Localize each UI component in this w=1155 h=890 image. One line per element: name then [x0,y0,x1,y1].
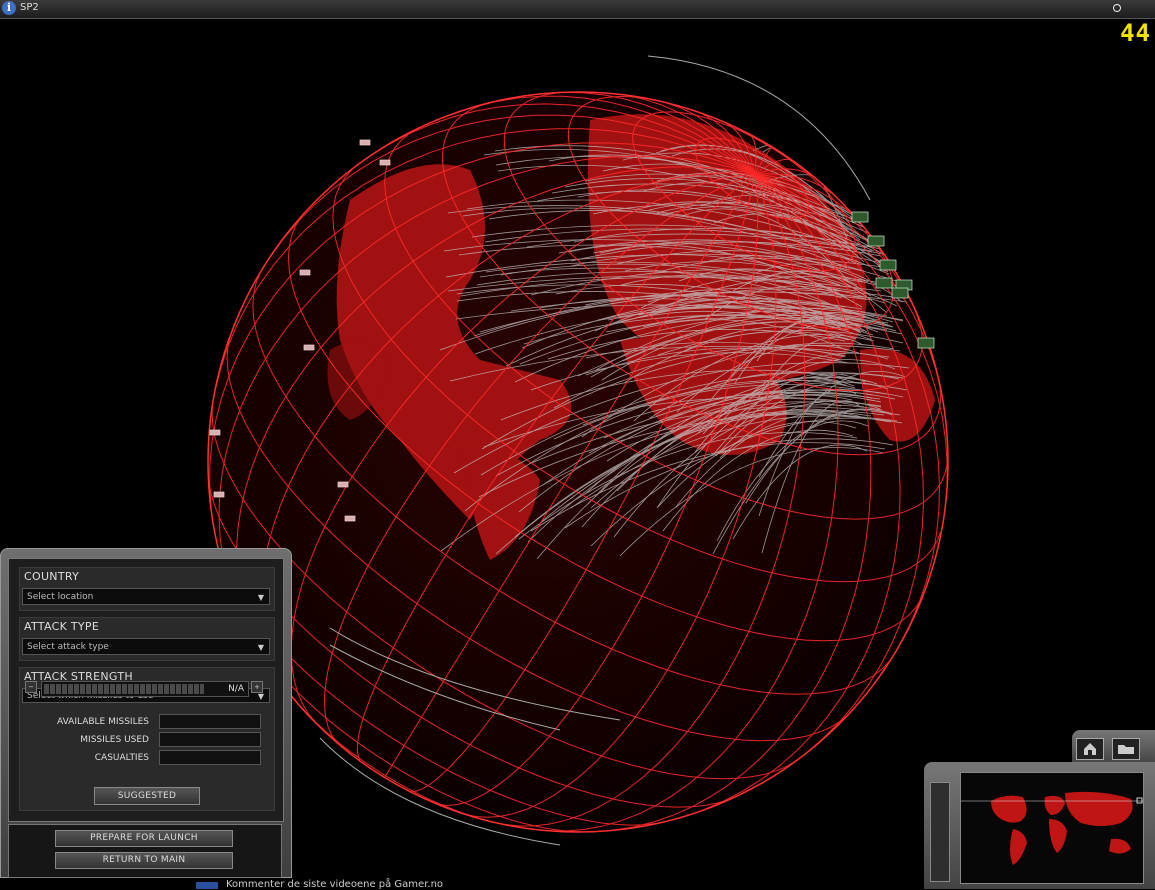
circle-icon[interactable] [1113,4,1121,12]
unit-marker[interactable] [379,159,391,166]
home-icon [1084,743,1096,755]
launch-actions: PREPARE FOR LAUNCH RETURN TO MAIN [8,824,282,878]
available-missiles-value [159,714,261,729]
bottom-overlay-text: Kommenter de siste videoene på Gamer.no [226,879,444,890]
attack-panel: COUNTRY Select location ▼ ATTACK TYPE Se… [0,548,292,878]
chevron-down-icon: ▼ [257,643,264,652]
unit-marker[interactable] [867,235,885,247]
unit-marker[interactable] [344,515,356,522]
return-main-button[interactable]: RETURN TO MAIN [55,852,233,869]
prepare-launch-button[interactable]: PREPARE FOR LAUNCH [55,830,233,847]
missiles-used-label: MISSILES USED [80,735,149,745]
unit-marker[interactable] [337,481,349,488]
suggested-button[interactable]: SUGGESTED [94,787,200,805]
strength-meter-value: N/A [228,684,244,694]
title-bar: i SP2 [0,0,1155,19]
strength-meter[interactable]: N/A [41,681,249,697]
minimap-scroll[interactable] [930,782,950,882]
country-select-value: Select location [27,592,94,602]
home-button[interactable] [1076,738,1104,760]
unit-marker[interactable] [917,337,935,349]
unit-marker[interactable] [891,287,909,299]
unit-marker[interactable] [851,211,869,223]
unit-marker[interactable] [303,344,315,351]
country-select[interactable]: Select location ▼ [22,588,270,605]
world-map [961,791,1143,865]
unit-marker[interactable] [209,429,221,436]
window-title: SP2 [20,2,39,13]
minimap-frame [924,762,1155,889]
unit-marker[interactable] [299,269,311,276]
country-section: COUNTRY Select location ▼ [19,567,275,611]
world-minimap[interactable] [960,772,1144,884]
chevron-down-icon: ▼ [257,593,264,602]
strength-meter-cells [44,684,204,694]
casualties-value [159,750,261,765]
unit-marker[interactable] [213,491,225,498]
bottom-bar-icon [196,882,218,889]
missiles-used-value [159,732,261,747]
attack-type-section: ATTACK TYPE Select attack type ▼ [19,617,275,661]
info-icon: i [2,1,16,15]
unit-marker[interactable] [359,139,371,146]
decrease-button[interactable]: − [25,681,37,693]
increase-button[interactable]: + [251,681,263,693]
attack-type-select-value: Select attack type [27,642,109,652]
folder-icon [1118,745,1134,754]
casualties-label: CASUALTIES [94,753,149,763]
attack-config: COUNTRY Select location ▼ ATTACK TYPE Se… [8,558,284,822]
view-marker[interactable] [1136,797,1143,804]
unit-marker[interactable] [875,277,893,289]
folder-button[interactable] [1112,738,1140,760]
unit-marker[interactable] [879,259,897,271]
country-label: COUNTRY [24,570,80,583]
attack-type-label: ATTACK TYPE [24,620,100,633]
attack-type-select[interactable]: Select attack type ▼ [22,638,270,655]
available-missiles-label: AVAILABLE MISSILES [57,717,149,727]
minimap-toolbar [1072,730,1155,764]
